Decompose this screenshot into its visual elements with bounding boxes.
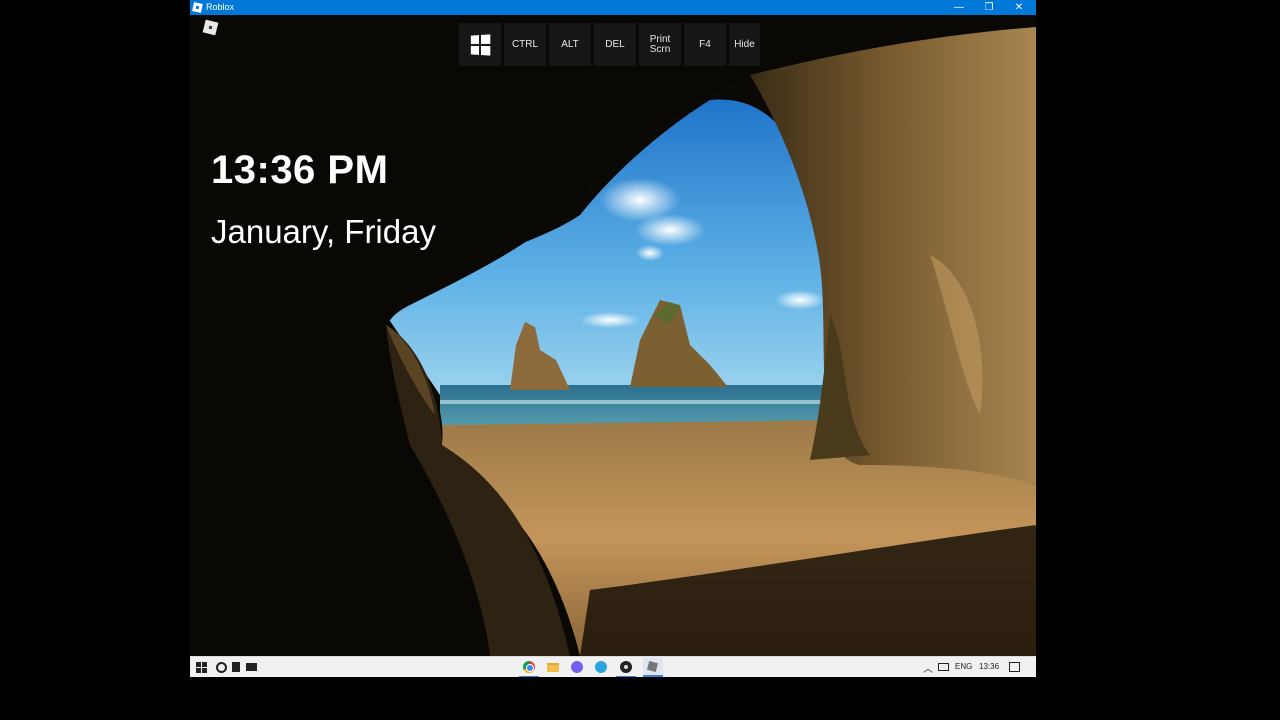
- recycle-bin-icon[interactable]: [232, 662, 240, 672]
- language-indicator[interactable]: ENG: [955, 662, 972, 671]
- close-button[interactable]: ✕: [1004, 0, 1034, 15]
- roblox-app-icon: [192, 2, 203, 13]
- print-screen-key-button[interactable]: Print Scrn: [639, 23, 681, 66]
- windows-logo-icon: [470, 33, 491, 56]
- windows-key-button[interactable]: [459, 23, 501, 66]
- running-indicator: [519, 676, 539, 677]
- f4-key-button[interactable]: F4: [684, 23, 726, 66]
- roblox-window: Roblox — ❐ ✕ CTRL ALT DEL Print Scrn F4 …: [190, 0, 1036, 677]
- viber-icon[interactable]: [571, 661, 583, 673]
- tray-clock[interactable]: 13:36: [979, 662, 999, 671]
- alt-key-button[interactable]: ALT: [549, 23, 591, 66]
- lockscreen-date: January, Friday: [211, 213, 436, 250]
- taskbar: ︿ ENG 13:36: [190, 656, 1036, 677]
- windows-start-icon[interactable]: [196, 662, 207, 673]
- running-indicator: [616, 676, 636, 677]
- minimize-button[interactable]: —: [944, 0, 974, 15]
- remote-desktop-screen[interactable]: CTRL ALT DEL Print Scrn F4 Hide 13:36 PM…: [190, 15, 1036, 656]
- chevron-up-icon[interactable]: ︿: [923, 660, 933, 675]
- title-bar[interactable]: Roblox — ❐ ✕: [190, 0, 1036, 15]
- cave-beach-wallpaper: [190, 15, 1036, 656]
- remote-key-bar: CTRL ALT DEL Print Scrn F4 Hide: [459, 23, 760, 66]
- del-key-button[interactable]: DEL: [594, 23, 636, 66]
- file-explorer-icon[interactable]: [547, 663, 559, 672]
- maximize-button[interactable]: ❐: [974, 0, 1004, 15]
- chrome-icon[interactable]: [523, 661, 535, 673]
- telegram-icon[interactable]: [595, 661, 607, 673]
- notification-icon[interactable]: [1009, 662, 1020, 672]
- network-icon[interactable]: [938, 663, 949, 671]
- ctrl-key-button[interactable]: CTRL: [504, 23, 546, 66]
- monitor-icon[interactable]: [246, 663, 257, 671]
- roblox-taskbar-icon[interactable]: [643, 658, 663, 677]
- lockscreen-time: 13:36 PM: [211, 148, 389, 192]
- hide-key-button[interactable]: Hide: [729, 23, 760, 66]
- search-icon[interactable]: [216, 662, 227, 673]
- window-title: Roblox: [206, 2, 235, 12]
- obs-icon[interactable]: [620, 661, 632, 673]
